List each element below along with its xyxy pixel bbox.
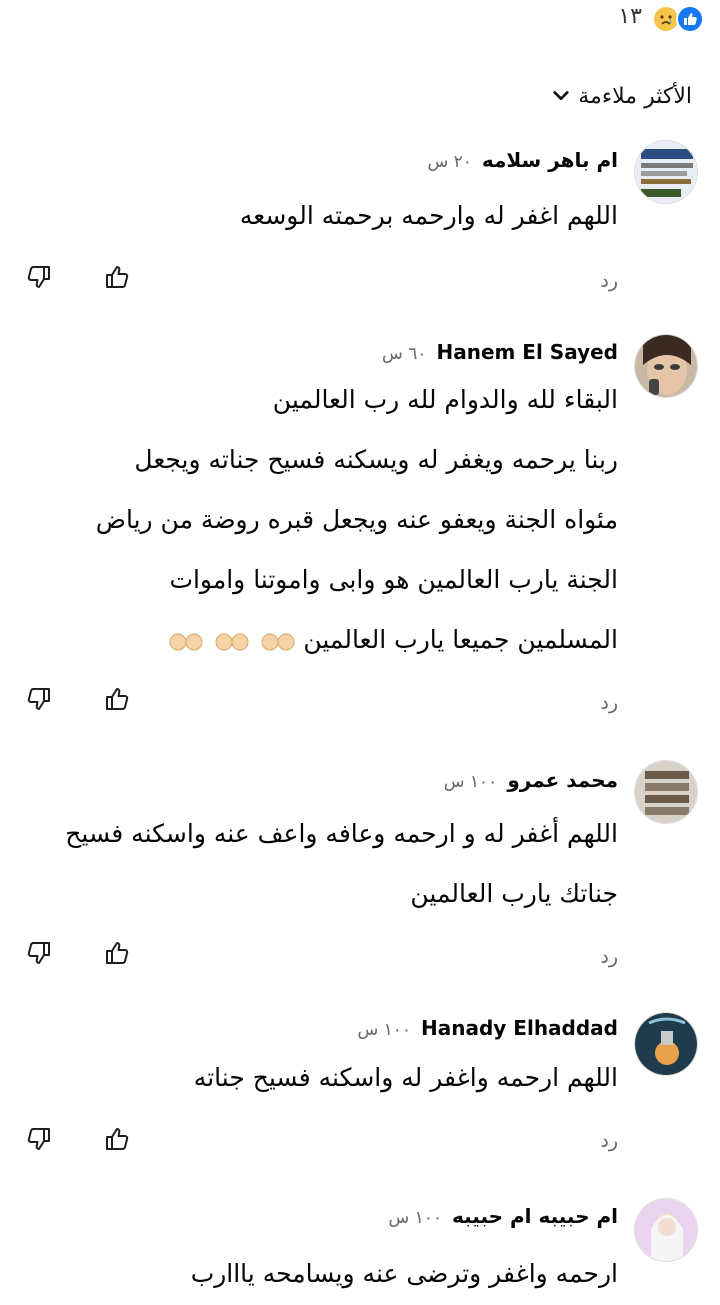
comment-text: اللهم أغفر له و ارحمه وعافه واعف عنه واس…: [28, 804, 618, 924]
avatar[interactable]: [634, 334, 698, 398]
thumbs-up-icon[interactable]: [102, 1124, 132, 1154]
palms-up-together-icon: [165, 625, 295, 654]
reply-button[interactable]: رد: [600, 270, 618, 292]
avatar[interactable]: [634, 140, 698, 204]
thumbs-down-icon[interactable]: [24, 262, 54, 292]
author-name[interactable]: ام حبيبه ام حبيبه: [452, 1204, 618, 1228]
reply-button[interactable]: رد: [600, 1130, 618, 1152]
reaction-icons: [644, 3, 704, 35]
reactions-bar[interactable]: ١٣: [0, 0, 720, 40]
reply-button[interactable]: رد: [600, 692, 618, 714]
comment-line: المسلمين جميعا يارب العالمين: [28, 610, 618, 670]
comment-header: محمد عمرو ١٠٠ س: [444, 768, 618, 792]
timestamp[interactable]: ٦٠ س: [382, 344, 426, 364]
reply-button[interactable]: رد: [600, 946, 618, 968]
thumbs-up-icon[interactable]: [102, 262, 132, 292]
author-name[interactable]: Hanem El Sayed: [436, 340, 618, 364]
comment-line: جناتك يارب العالمين: [410, 879, 618, 908]
comment-line: الجنة يارب العالمين هو وابى واموتنا وامو…: [169, 565, 618, 594]
comment-line: اللهم اغفر له وارحمه برحمته الوسعه: [239, 201, 618, 230]
comment-header: Hanady Elhaddad ١٠٠ س: [357, 1016, 618, 1040]
author-name[interactable]: ام باهر سلامه: [482, 148, 618, 172]
like-icon: [676, 5, 704, 33]
comment-line: ربنا يرحمه ويغفر له ويسكنه فسيح جناته وي…: [134, 445, 618, 474]
reaction-count: ١٣: [618, 4, 642, 29]
comment-line-text: المسلمين جميعا يارب العالمين: [303, 625, 618, 654]
timestamp[interactable]: ١٠٠ س: [357, 1020, 411, 1040]
avatar[interactable]: [634, 1012, 698, 1076]
timestamp[interactable]: ٢٠ س: [427, 152, 471, 172]
chevron-down-icon: [553, 91, 569, 101]
avatar[interactable]: [634, 1198, 698, 1262]
avatar[interactable]: [634, 760, 698, 824]
thumbs-up-icon[interactable]: [102, 938, 132, 968]
comment-header: Hanem El Sayed ٦٠ س: [382, 340, 618, 364]
sort-dropdown[interactable]: الأكثر ملاءمة: [552, 78, 692, 114]
thumbs-down-icon[interactable]: [24, 684, 54, 714]
author-name[interactable]: محمد عمرو: [507, 768, 618, 792]
thumbs-down-icon[interactable]: [24, 1124, 54, 1154]
comment-header: ام باهر سلامه ٢٠ س: [427, 148, 618, 172]
comment-header: ام حبيبه ام حبيبه ١٠٠ س: [388, 1204, 618, 1228]
timestamp[interactable]: ١٠٠ س: [444, 772, 498, 792]
comment-line: البقاء لله والدوام لله رب العالمين: [272, 385, 618, 414]
comment-text: ارحمه واغفر وترضى عنه ويسامحه يااارب: [28, 1244, 618, 1304]
thumbs-down-icon[interactable]: [24, 938, 54, 968]
comment-text: اللهم اغفر له وارحمه برحمته الوسعه: [28, 186, 618, 246]
comment-text: اللهم ارحمه واغفر له واسكنه فسيح جناته: [28, 1048, 618, 1108]
comment-line: اللهم أغفر له و ارحمه وعافه واعف عنه واس…: [65, 819, 618, 848]
comment-text: البقاء لله والدوام لله رب العالمين ربنا …: [28, 370, 618, 670]
author-name[interactable]: Hanady Elhaddad: [421, 1016, 618, 1040]
comment-line: اللهم ارحمه واغفر له واسكنه فسيح جناته: [193, 1063, 618, 1092]
timestamp[interactable]: ١٠٠ س: [388, 1208, 442, 1228]
comment-line: ارحمه واغفر وترضى عنه ويسامحه يااارب: [190, 1259, 618, 1288]
thumbs-up-icon[interactable]: [102, 684, 132, 714]
sort-label: الأكثر ملاءمة: [578, 83, 692, 109]
comment-line: مئواه الجنة ويعفو عنه ويجعل قبره روضة من…: [95, 505, 618, 534]
